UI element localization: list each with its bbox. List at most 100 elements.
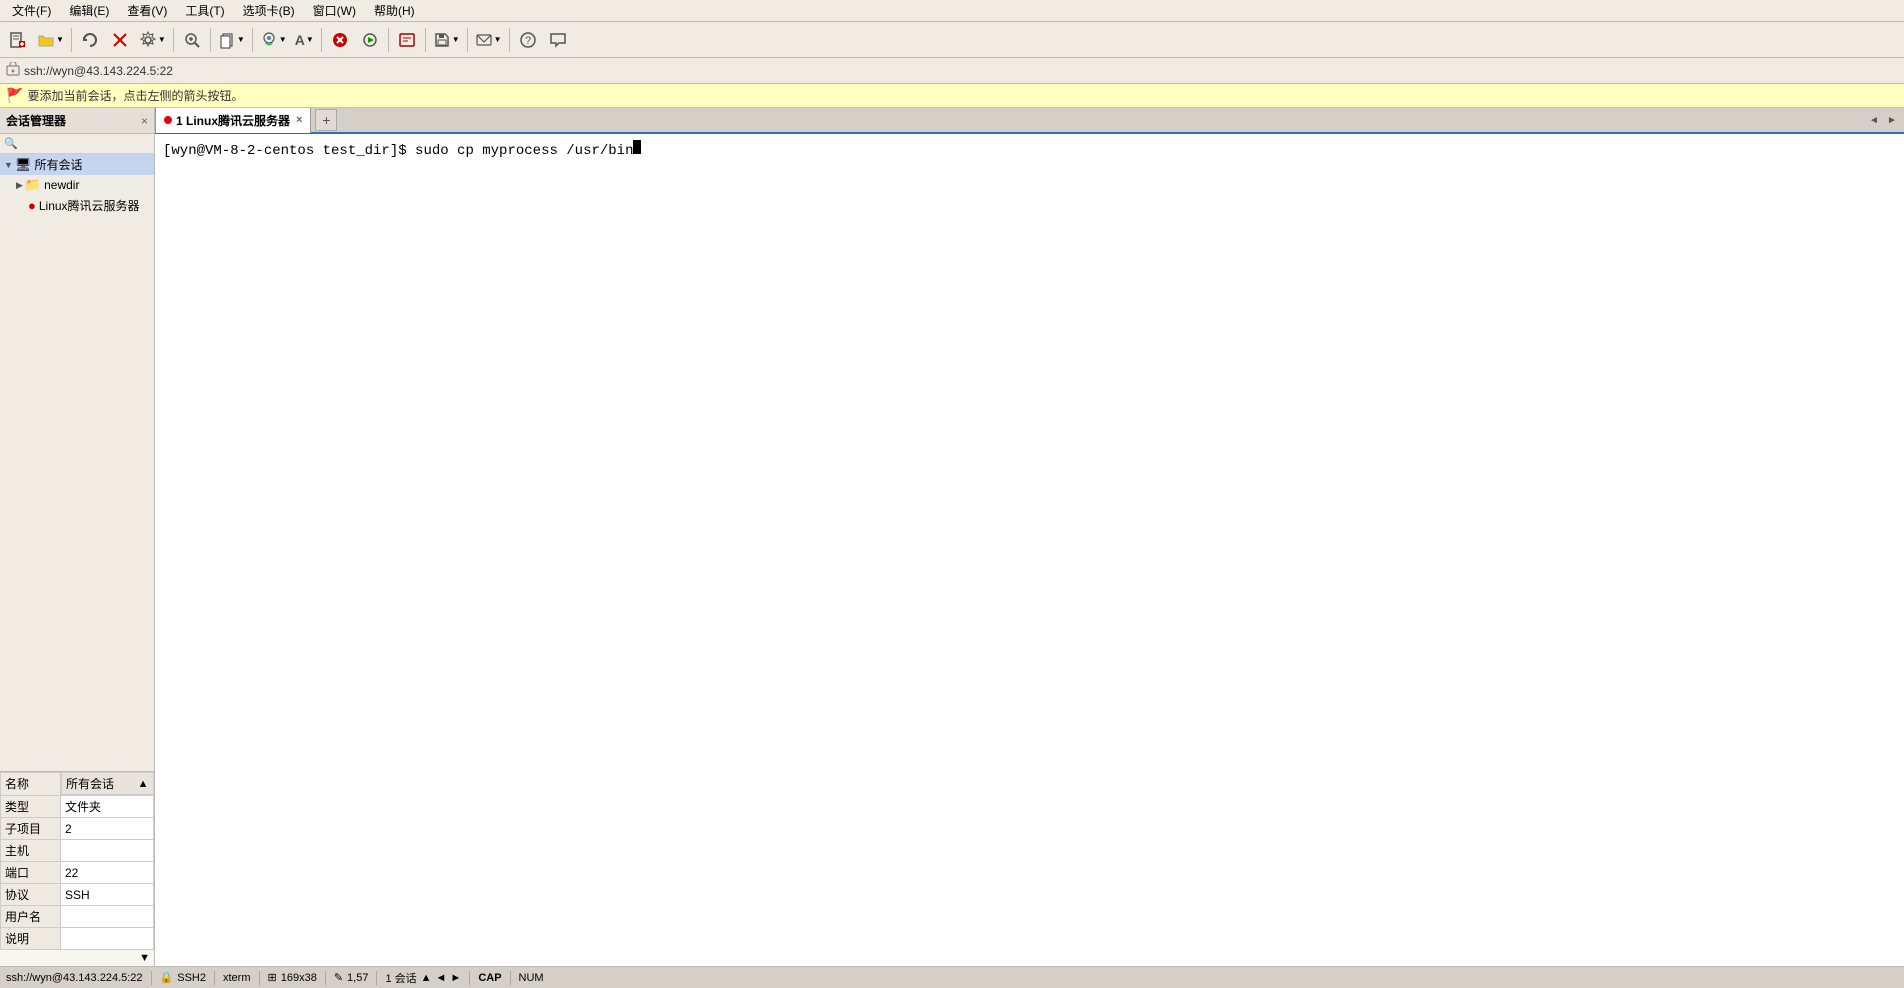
- prop-val-host: [61, 840, 154, 862]
- tree-label-linux-server: Linux腾讯云服务器: [39, 197, 140, 214]
- status-div6: [469, 971, 470, 985]
- open-dropdown[interactable]: ▼: [34, 26, 67, 54]
- prop-row-subitems: 子项目 2: [1, 818, 154, 840]
- status-nav-right[interactable]: ►: [450, 972, 461, 984]
- help-button[interactable]: ?: [514, 26, 542, 54]
- zoom-button[interactable]: [178, 26, 206, 54]
- prop-scroll-down[interactable]: ▼: [139, 952, 150, 964]
- prop-key-desc: 说明: [1, 928, 61, 950]
- config-dropdown[interactable]: ▼: [136, 26, 169, 54]
- status-div4: [325, 971, 326, 985]
- prop-val-subitems: 2: [61, 818, 154, 840]
- tree-item-newdir[interactable]: ▶ 📁 newdir: [0, 175, 154, 195]
- sep7: [425, 28, 426, 52]
- status-nav-left[interactable]: ◄: [436, 972, 447, 984]
- menu-file[interactable]: 文件(F): [4, 0, 59, 21]
- sep6: [388, 28, 389, 52]
- tab-nav-right-button[interactable]: ►: [1884, 112, 1900, 128]
- menu-tabs[interactable]: 选项卡(B): [235, 0, 303, 21]
- tree-label-root: 所有会话: [34, 156, 82, 173]
- script-button[interactable]: [393, 26, 421, 54]
- tree-item-linux-server[interactable]: ● Linux腾讯云服务器: [0, 195, 154, 216]
- sep3: [210, 28, 211, 52]
- stop-button[interactable]: [326, 26, 354, 54]
- prop-val-port: 22: [61, 862, 154, 884]
- status-size: 169x38: [281, 972, 317, 984]
- sidebar-close-icon[interactable]: ×: [141, 114, 148, 128]
- tab-add-button[interactable]: +: [315, 109, 337, 131]
- sep4: [252, 28, 253, 52]
- tab-linux-server[interactable]: 1 Linux腾讯云服务器 ×: [155, 108, 311, 133]
- status-size-icon: ⊞: [268, 971, 277, 984]
- hint-text: 要添加当前会话，点击左侧的箭头按钮。: [27, 87, 243, 104]
- menu-tools[interactable]: 工具(T): [177, 0, 232, 21]
- status-section-ssh: 🔒 SSH2: [160, 971, 206, 984]
- properties-panel: 名称 所有会话 ▲ 类型 文件夹 子项目 2: [0, 771, 154, 967]
- color-dropdown[interactable]: ▼: [257, 26, 290, 54]
- tree-arrow-newdir: ▶: [16, 180, 23, 191]
- sidebar-title: 会话管理器: [6, 112, 66, 129]
- status-cap: CAP: [478, 972, 501, 984]
- terminal-cursor: [633, 140, 641, 154]
- prop-scroll-down-container: ▼: [0, 950, 154, 966]
- prop-val-protocol: SSH: [61, 884, 154, 906]
- tree-arrow-root: ▼: [4, 160, 13, 170]
- status-sessions-section: 1 会话 ▲ ◄ ►: [385, 970, 461, 986]
- sidebar-header: 会话管理器 ×: [0, 108, 154, 134]
- hintbar: 🚩 要添加当前会话，点击左侧的箭头按钮。: [0, 84, 1904, 108]
- prop-scroll-up[interactable]: ▲: [138, 778, 149, 790]
- prop-val-type: 文件夹: [61, 796, 154, 818]
- address-text: ssh://wyn@43.143.224.5:22: [24, 64, 173, 78]
- address-icon: [6, 62, 20, 79]
- status-div2: [214, 971, 215, 985]
- status-xterm: xterm: [223, 972, 251, 984]
- prop-key-username: 用户名: [1, 906, 61, 928]
- menu-help[interactable]: 帮助(H): [366, 0, 423, 21]
- font-dropdown[interactable]: A ▼: [292, 26, 317, 54]
- tree-item-root[interactable]: ▼ 🖥 所有会话: [0, 154, 154, 175]
- reconnect-button[interactable]: [76, 26, 104, 54]
- sidebar-search: 🔍: [0, 134, 154, 154]
- config-arrow-icon: ▼: [158, 35, 166, 44]
- addressbar: ssh://wyn@43.143.224.5:22: [0, 58, 1904, 84]
- copy-dropdown[interactable]: ▼: [215, 26, 248, 54]
- main-content: 会话管理器 × 🔍 ▼ 🖥 所有会话 ▶ 📁 newdir ●: [0, 108, 1904, 966]
- tab-nav-left-button[interactable]: ◄: [1866, 112, 1882, 128]
- record-button[interactable]: [356, 26, 384, 54]
- sidebar-tree: ▼ 🖥 所有会话 ▶ 📁 newdir ● Linux腾讯云服务器: [0, 154, 154, 771]
- status-div1: [151, 971, 152, 985]
- prop-row-host: 主机: [1, 840, 154, 862]
- sidebar-header-icons: ×: [141, 114, 148, 128]
- prop-key-port: 端口: [1, 862, 61, 884]
- server-icon-linux: ●: [28, 198, 36, 213]
- tab-bar: 1 Linux腾讯云服务器 × + ◄ ►: [155, 108, 1904, 134]
- save-dropdown[interactable]: ▼: [430, 26, 463, 54]
- terminal-command: sudo cp myprocess /usr/bin: [415, 143, 633, 159]
- tab-close-button[interactable]: ×: [296, 114, 302, 126]
- folder-icon-newdir: 📁: [25, 177, 41, 193]
- new-session-button[interactable]: [4, 26, 32, 54]
- color-arrow-icon: ▼: [279, 35, 287, 44]
- menu-view[interactable]: 查看(V): [119, 0, 175, 21]
- tree-label-newdir: newdir: [44, 178, 79, 192]
- font-arrow-icon: ▼: [306, 35, 314, 44]
- send-dropdown[interactable]: ▼: [472, 26, 505, 54]
- sep8: [467, 28, 468, 52]
- disconnect-button[interactable]: [106, 26, 134, 54]
- menu-edit[interactable]: 编辑(E): [61, 0, 117, 21]
- tab-status-dot: [164, 116, 172, 124]
- menu-window[interactable]: 窗口(W): [305, 0, 364, 21]
- sep9: [509, 28, 510, 52]
- status-cursor-section: ✎ 1,57: [334, 971, 369, 984]
- copy-arrow-icon: ▼: [237, 35, 245, 44]
- tab-nav-right: ◄ ►: [1866, 112, 1904, 128]
- status-num: NUM: [519, 972, 544, 984]
- prop-val-desc: [61, 928, 154, 950]
- prop-header-value: 所有会话 ▲: [61, 772, 154, 795]
- terminal-area[interactable]: [wyn@VM-8-2-centos test_dir]$ sudo cp my…: [155, 134, 1904, 966]
- chat-button[interactable]: [544, 26, 572, 54]
- prop-row-type: 类型 文件夹: [1, 796, 154, 818]
- sep1: [71, 28, 72, 52]
- prop-key-host: 主机: [1, 840, 61, 862]
- svg-text:?: ?: [525, 35, 531, 47]
